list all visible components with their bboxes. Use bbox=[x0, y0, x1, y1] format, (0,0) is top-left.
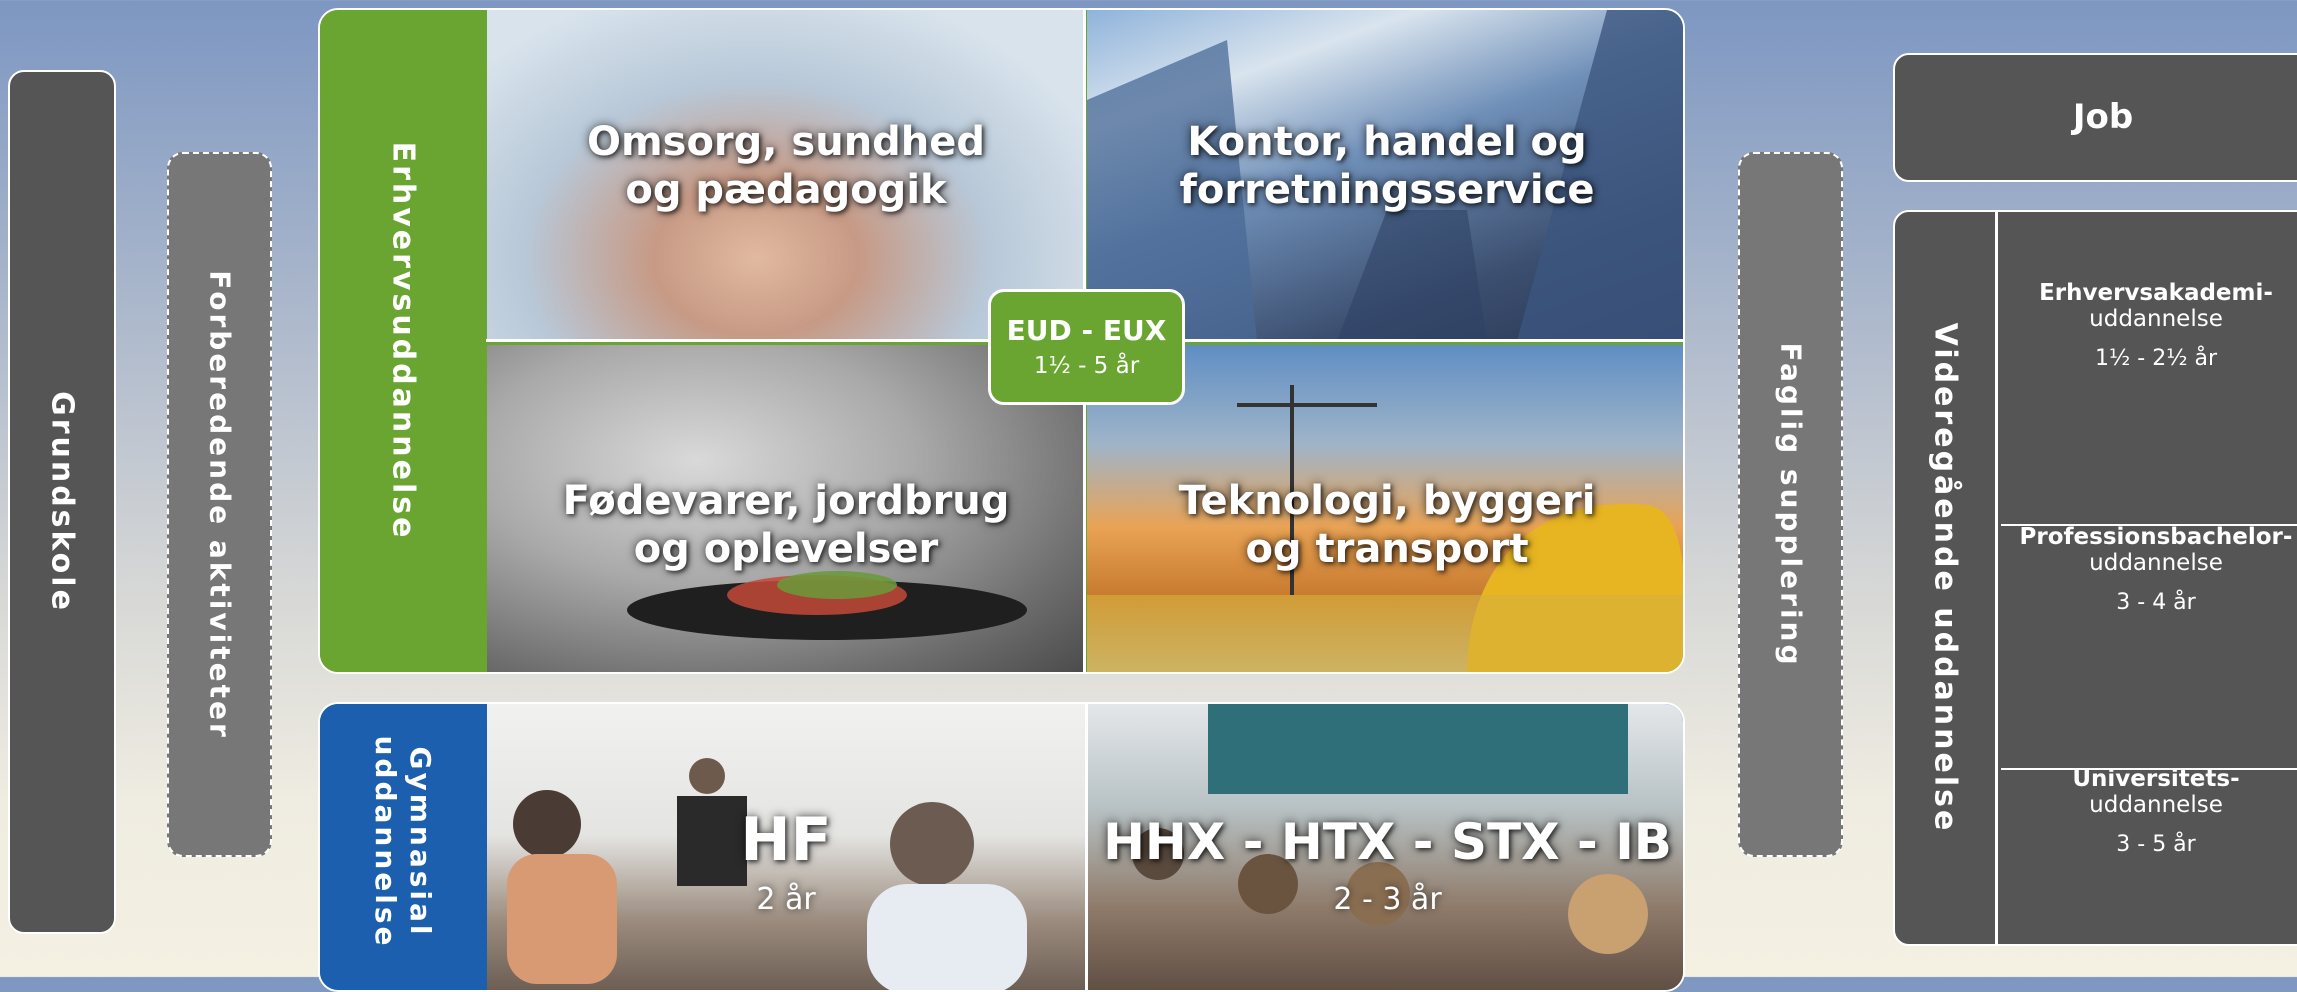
gym-side-label-2: uddannelse bbox=[369, 734, 402, 949]
tile-hhx-years: 2 - 3 år bbox=[1333, 882, 1442, 917]
tile-omsorg-line1: Omsorg, sundhed bbox=[586, 119, 986, 165]
videregaaende-rows: Erhvervsakademi- uddannelse 1½ - 2½ år P… bbox=[2001, 212, 2297, 944]
tile-fodevarer-line2: og oplevelser bbox=[633, 526, 939, 572]
eud-side-panel: Erhvervsuddannelse bbox=[320, 10, 486, 672]
tile-hf[interactable]: HF 2 år bbox=[487, 704, 1085, 990]
tile-teknologi-title: Teknologi, byggeri og transport bbox=[1087, 477, 1683, 573]
tile-kontor-title: Kontor, handel og forretningsservice bbox=[1087, 118, 1683, 214]
tile-teknologi-line1: Teknologi, byggeri bbox=[1178, 478, 1596, 524]
gym-side-label-1: Gymnasial bbox=[404, 746, 437, 937]
row-universitets-years: 3 - 5 år bbox=[2116, 832, 2196, 857]
tile-omsorg-title: Omsorg, sundhed og pædagogik bbox=[487, 118, 1085, 214]
tile-hf-title: HF bbox=[740, 805, 832, 875]
tile-kontor-line2: forretningsservice bbox=[1179, 167, 1595, 213]
tile-hf-years: 2 år bbox=[756, 882, 816, 917]
forberedende-label: Forberedende aktiviteter bbox=[203, 269, 236, 740]
row-professionsbachelor-name: Professionsbachelor bbox=[2019, 524, 2283, 550]
eud-badge-years: 1½ - 5 år bbox=[1033, 353, 1140, 379]
tile-hhx-htx-stx-ib[interactable]: HHX - HTX - STX - IB 2 - 3 år bbox=[1088, 704, 1683, 990]
videregaaende-side-panel: Videregående uddannelse bbox=[1895, 212, 1998, 944]
tile-kontor-line1: Kontor, handel og bbox=[1187, 119, 1587, 165]
videregaaende-side-label: Videregående uddannelse bbox=[1927, 322, 1963, 834]
job-box[interactable]: Job bbox=[1893, 53, 2297, 182]
grundskole-bar[interactable]: Grundskole bbox=[8, 70, 116, 934]
faglig-supplering-bar[interactable]: Faglig supplering bbox=[1738, 152, 1843, 857]
tile-teknologi-line2: og transport bbox=[1245, 526, 1529, 572]
forberedende-bar[interactable]: Forberedende aktiviteter bbox=[167, 152, 272, 857]
row-professionsbachelor-years: 3 - 4 år bbox=[2116, 590, 2196, 615]
row-universitets-suffix: uddannelse bbox=[2089, 792, 2223, 818]
faglig-supplering-label: Faglig supplering bbox=[1774, 341, 1807, 668]
row-universitets[interactable]: Universitets- uddannelse 3 - 5 år bbox=[2001, 700, 2297, 944]
gym-side-panel: Gymnasial uddannelse bbox=[320, 704, 486, 979]
eud-side-label: Erhvervsuddannelse bbox=[385, 141, 421, 541]
row-professionsbachelor-suffix: uddannelse bbox=[2089, 550, 2223, 576]
eud-badge-title: EUD - EUX bbox=[1006, 314, 1167, 347]
grundskole-label: Grundskole bbox=[44, 391, 80, 613]
tile-hhx-title: HHX - HTX - STX - IB bbox=[1103, 813, 1672, 871]
tile-fodevarer-title: Fødevarer, jordbrug og oplevelser bbox=[487, 477, 1085, 573]
row-erhvervsakademi-name: Erhvervsakademi bbox=[2039, 280, 2264, 306]
gym-block: Gymnasial uddannelse HF 2 år HHX - HTX -… bbox=[318, 702, 1685, 992]
row-universitets-name: Universitets bbox=[2072, 766, 2231, 792]
eud-eux-badge[interactable]: EUD - EUX 1½ - 5 år bbox=[988, 289, 1185, 405]
row-erhvervsakademi-suffix: uddannelse bbox=[2089, 306, 2223, 332]
tile-omsorg-line2: og pædagogik bbox=[625, 167, 947, 213]
videregaaende-block: Videregående uddannelse Erhvervsakademi-… bbox=[1893, 210, 2297, 946]
row-erhvervsakademi-years: 1½ - 2½ år bbox=[2094, 346, 2218, 371]
job-label: Job bbox=[2072, 97, 2134, 137]
tile-fodevarer-line1: Fødevarer, jordbrug bbox=[562, 478, 1010, 524]
gym-side-label: Gymnasial uddannelse bbox=[368, 735, 438, 948]
